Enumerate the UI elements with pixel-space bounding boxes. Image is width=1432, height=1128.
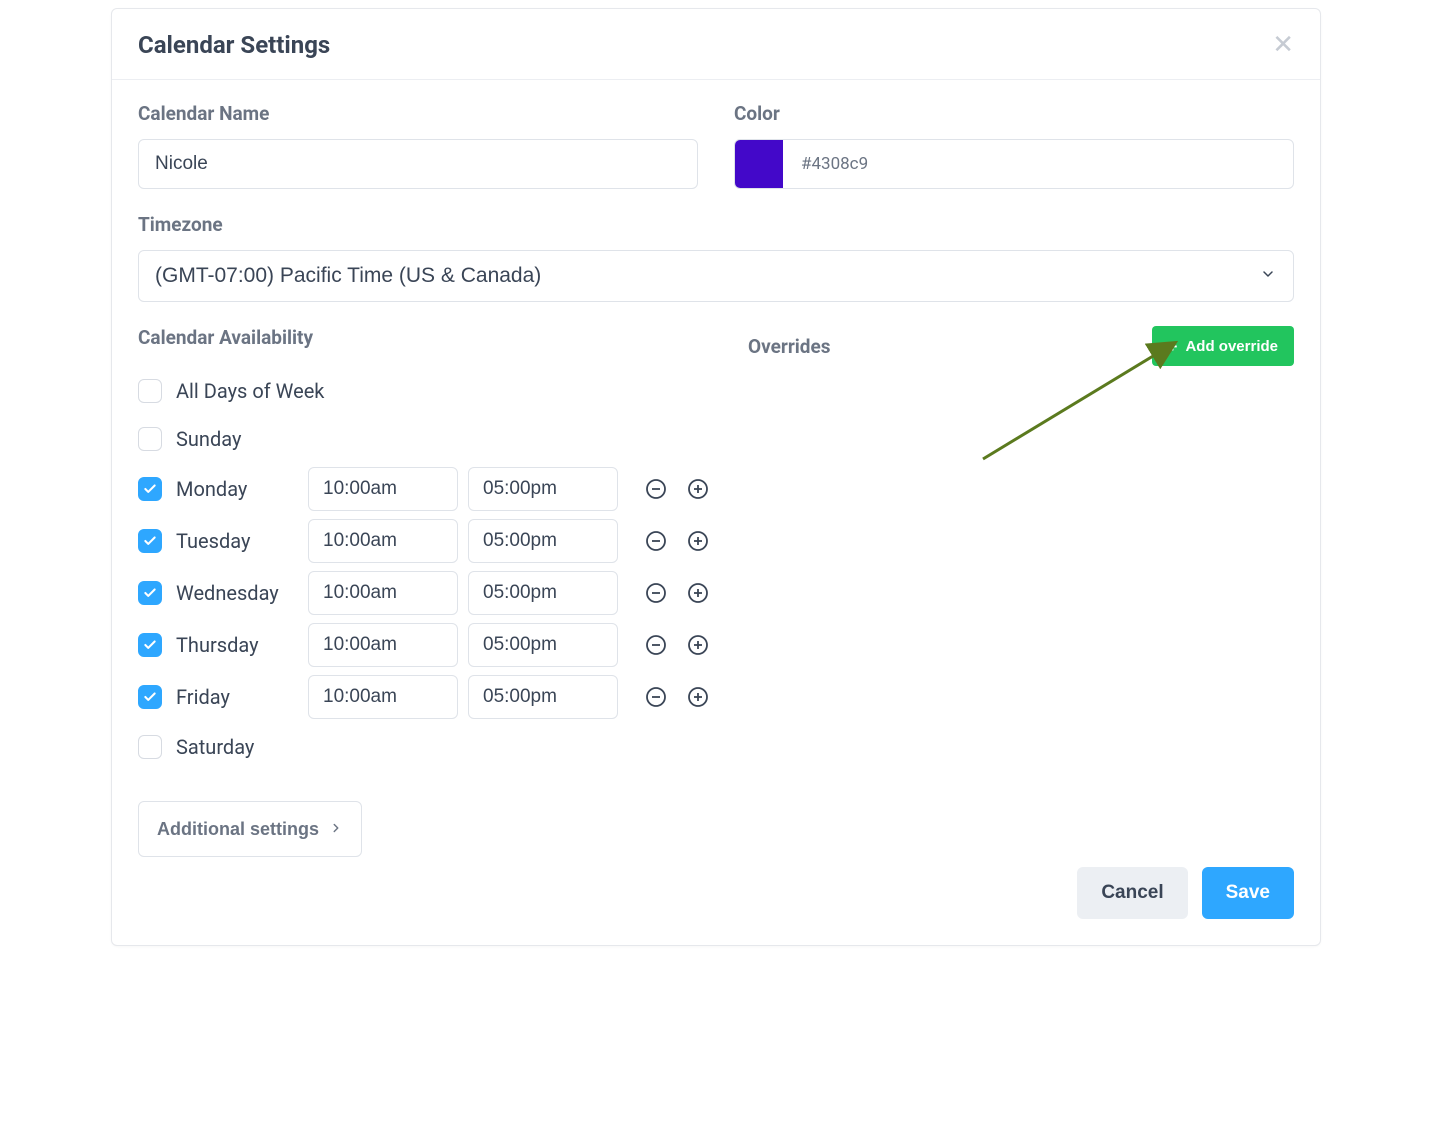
start-time-input[interactable] xyxy=(308,623,458,667)
remove-slot-icon[interactable] xyxy=(642,527,670,555)
calendar-name-label: Calendar Name xyxy=(138,102,698,125)
overrides-section: Overrides + Add override xyxy=(748,326,1294,857)
day-row-thursday: Thursday xyxy=(138,619,712,671)
availability-section: Calendar Availability All Days of Week S… xyxy=(138,326,712,857)
timezone-select[interactable] xyxy=(138,250,1294,302)
day-checkbox-monday[interactable] xyxy=(138,477,162,501)
calendar-name-field: Calendar Name xyxy=(138,102,698,189)
end-time-input[interactable] xyxy=(468,623,618,667)
day-checkbox-thursday[interactable] xyxy=(138,633,162,657)
add-slot-icon[interactable] xyxy=(684,579,712,607)
calendar-settings-modal: Calendar Settings ✕ Calendar Name Color … xyxy=(111,8,1321,946)
availability-overrides-row: Calendar Availability All Days of Week S… xyxy=(138,326,1294,857)
overrides-label: Overrides xyxy=(748,335,831,358)
color-label: Color xyxy=(734,102,1294,125)
all-days-label: All Days of Week xyxy=(176,379,324,403)
day-label: Wednesday xyxy=(176,581,308,605)
all-days-checkbox[interactable] xyxy=(138,379,162,403)
day-checkbox-wednesday[interactable] xyxy=(138,581,162,605)
day-checkbox-sunday[interactable] xyxy=(138,427,162,451)
day-label: Thursday xyxy=(176,633,308,657)
overrides-header: Overrides + Add override xyxy=(748,326,1294,366)
remove-slot-icon[interactable] xyxy=(642,475,670,503)
availability-list: All Days of Week Sunday Monday Tuesday Wedn… xyxy=(138,367,712,771)
close-icon[interactable]: ✕ xyxy=(1272,32,1294,58)
remove-slot-icon[interactable] xyxy=(642,683,670,711)
remove-slot-icon[interactable] xyxy=(642,579,670,607)
add-override-label: Add override xyxy=(1185,338,1278,355)
day-label: Sunday xyxy=(176,427,308,451)
day-label: Monday xyxy=(176,477,308,501)
day-row-monday: Monday xyxy=(138,463,712,515)
color-field: Color #4308c9 xyxy=(734,102,1294,189)
plus-icon: + xyxy=(1168,338,1178,355)
end-time-input[interactable] xyxy=(468,571,618,615)
start-time-input[interactable] xyxy=(308,675,458,719)
color-swatch xyxy=(735,140,783,188)
start-time-input[interactable] xyxy=(308,467,458,511)
add-slot-icon[interactable] xyxy=(684,527,712,555)
remove-slot-icon[interactable] xyxy=(642,631,670,659)
day-row-tuesday: Tuesday xyxy=(138,515,712,567)
day-label: Friday xyxy=(176,685,308,709)
chevron-right-icon xyxy=(329,819,343,840)
add-slot-icon[interactable] xyxy=(684,475,712,503)
modal-title: Calendar Settings xyxy=(138,31,330,59)
calendar-name-input[interactable] xyxy=(138,139,698,189)
day-checkbox-friday[interactable] xyxy=(138,685,162,709)
modal-header: Calendar Settings ✕ xyxy=(112,9,1320,80)
availability-label: Calendar Availability xyxy=(138,326,712,349)
day-row-wednesday: Wednesday xyxy=(138,567,712,619)
color-hex-value: #4308c9 xyxy=(783,140,1293,188)
all-days-row: All Days of Week xyxy=(138,367,712,415)
day-label: Tuesday xyxy=(176,529,308,553)
color-picker[interactable]: #4308c9 xyxy=(734,139,1294,189)
add-slot-icon[interactable] xyxy=(684,683,712,711)
day-label: Saturday xyxy=(176,735,308,759)
start-time-input[interactable] xyxy=(308,571,458,615)
modal-body: Calendar Name Color #4308c9 Timezone xyxy=(112,80,1320,867)
timezone-field: Timezone xyxy=(138,213,1294,302)
cancel-button[interactable]: Cancel xyxy=(1077,867,1187,919)
day-row-sunday: Sunday xyxy=(138,415,712,463)
timezone-select-wrap xyxy=(138,250,1294,302)
day-row-friday: Friday xyxy=(138,671,712,723)
name-color-row: Calendar Name Color #4308c9 xyxy=(138,102,1294,189)
timezone-label: Timezone xyxy=(138,213,1294,236)
add-override-button[interactable]: + Add override xyxy=(1152,326,1294,366)
modal-footer: Cancel Save xyxy=(112,867,1320,945)
end-time-input[interactable] xyxy=(468,467,618,511)
day-row-saturday: Saturday xyxy=(138,723,712,771)
additional-settings-label: Additional settings xyxy=(157,819,319,840)
save-button[interactable]: Save xyxy=(1202,867,1294,919)
day-checkbox-saturday[interactable] xyxy=(138,735,162,759)
add-slot-icon[interactable] xyxy=(684,631,712,659)
day-checkbox-tuesday[interactable] xyxy=(138,529,162,553)
end-time-input[interactable] xyxy=(468,519,618,563)
end-time-input[interactable] xyxy=(468,675,618,719)
start-time-input[interactable] xyxy=(308,519,458,563)
additional-settings-button[interactable]: Additional settings xyxy=(138,801,362,857)
